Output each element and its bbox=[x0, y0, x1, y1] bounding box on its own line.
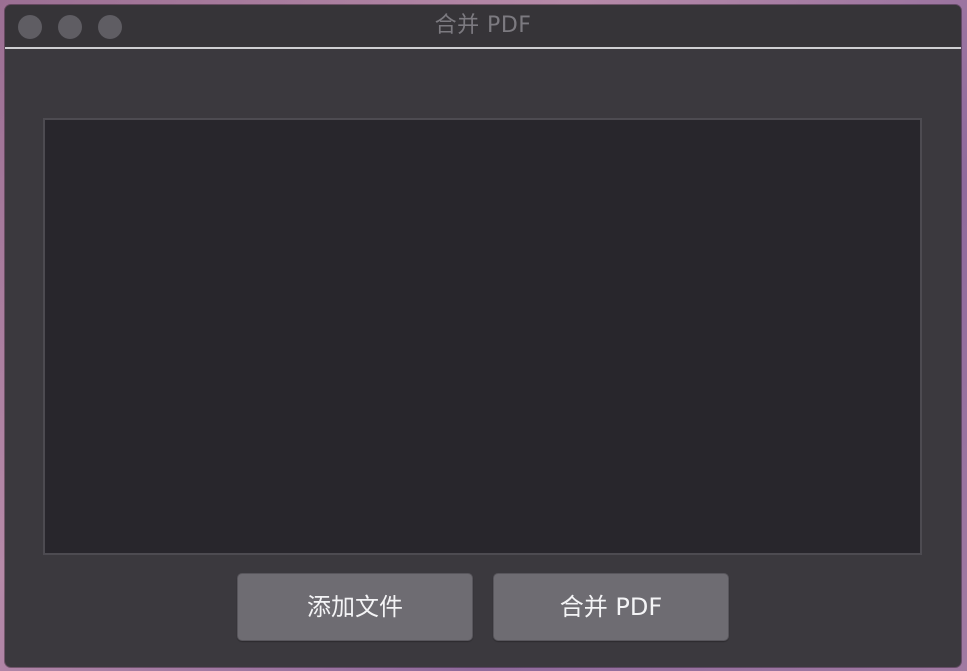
add-files-button[interactable]: 添加文件 bbox=[237, 573, 473, 641]
app-window: 合并 PDF 添加文件 合并 PDF bbox=[5, 5, 961, 667]
title-bar[interactable]: 合并 PDF bbox=[5, 5, 961, 49]
file-list[interactable] bbox=[43, 118, 922, 555]
window-title: 合并 PDF bbox=[434, 13, 532, 38]
merge-pdf-button[interactable]: 合并 PDF bbox=[493, 573, 729, 641]
